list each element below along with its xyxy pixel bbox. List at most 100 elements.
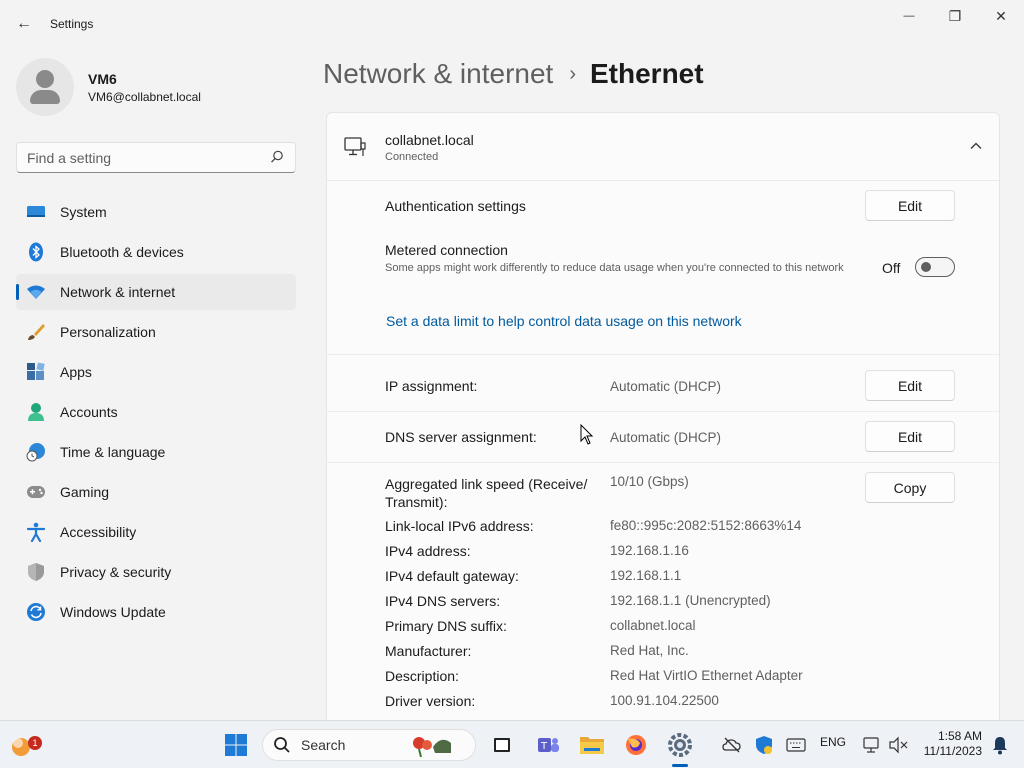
taskbar-clock[interactable]: 1:58 AM 11/11/2023 (920, 729, 982, 759)
breadcrumb-parent[interactable]: Network & internet (323, 58, 553, 90)
apps-icon (26, 362, 46, 382)
globe-clock-icon (26, 442, 46, 462)
link-speed-label: Aggregated link speed (Receive/ Transmit… (385, 476, 588, 510)
chevron-right-icon: › (569, 62, 576, 85)
tray-onedrive[interactable] (716, 729, 748, 761)
sidebar-item-system[interactable]: System (16, 194, 296, 230)
accounts-icon (26, 402, 46, 422)
edit-dns-assignment-button[interactable]: Edit (865, 421, 955, 452)
metered-connection-toggle[interactable] (915, 257, 955, 277)
manufacturer-label: Manufacturer: (385, 643, 472, 659)
sidebar-item-label: Gaming (60, 484, 110, 500)
search-input[interactable] (17, 143, 257, 172)
minimize-icon: — (903, 10, 915, 22)
back-arrow-icon: ← (16, 15, 32, 32)
sidebar-item-label: Accounts (60, 404, 118, 420)
bluetooth-icon (26, 242, 46, 262)
authentication-settings-label: Authentication settings (385, 198, 526, 214)
ipv4-label: IPv4 address: (385, 543, 471, 559)
sidebar-item-network[interactable]: Network & internet (16, 274, 296, 310)
divider (327, 411, 999, 412)
divider (327, 354, 999, 355)
data-limit-link[interactable]: Set a data limit to help control data us… (386, 313, 742, 329)
settings-search (16, 142, 296, 173)
notifications-button[interactable] (984, 729, 1016, 761)
metered-connection-description: Some apps might work differently to redu… (385, 262, 844, 274)
close-button[interactable]: ✕ (978, 0, 1024, 32)
sidebar-item-bluetooth[interactable]: Bluetooth & devices (16, 234, 296, 270)
ethernet-monitor-icon (863, 737, 879, 753)
search-icon (274, 737, 290, 753)
sidebar-item-windows-update[interactable]: Windows Update (16, 594, 296, 630)
tray-keyboard[interactable] (780, 729, 812, 761)
network-status: Connected (385, 151, 439, 163)
mouse-pointer-icon (580, 424, 594, 445)
user-profile[interactable]: VM6 VM6@collabnet.local (16, 58, 201, 116)
sidebar-item-label: Time & language (60, 444, 166, 460)
teams-icon: T (538, 738, 559, 752)
network-header[interactable]: collabnet.local Connected (327, 113, 999, 181)
sidebar-item-time-language[interactable]: Time & language (16, 434, 296, 470)
taskbar-search[interactable]: Search (262, 729, 476, 761)
back-button[interactable]: ← (12, 12, 36, 36)
teams-app-button[interactable]: T (532, 729, 564, 761)
close-icon: ✕ (995, 7, 1007, 24)
edit-authentication-button[interactable]: Edit (865, 190, 955, 221)
app-title: Settings (50, 17, 94, 31)
breadcrumb: Network & internet › Ethernet (323, 58, 704, 90)
bell-icon (993, 737, 1007, 755)
start-button[interactable] (220, 729, 252, 761)
search-highlight-icon (413, 737, 452, 757)
driver-version-value: 100.91.104.22500 (610, 693, 719, 708)
avatar (16, 58, 74, 116)
firefox-button[interactable] (620, 729, 652, 761)
dns-assignment-label: DNS server assignment: (385, 429, 537, 445)
sidebar-item-label: Personalization (60, 324, 156, 340)
description-label: Description: (385, 668, 459, 684)
cloud-offline-icon (722, 737, 741, 753)
shield-icon (26, 562, 46, 582)
sidebar-item-accessibility[interactable]: Accessibility (16, 514, 296, 550)
accessibility-icon (26, 522, 46, 542)
system-icon (26, 202, 46, 222)
minimize-button[interactable]: — (886, 0, 932, 32)
network-name: collabnet.local (385, 132, 474, 148)
maximize-button[interactable]: ❐ (932, 0, 978, 32)
tray-volume[interactable] (882, 729, 914, 761)
keyboard-icon (786, 738, 806, 752)
sidebar-item-apps[interactable]: Apps (16, 354, 296, 390)
brush-icon (26, 322, 46, 342)
sidebar-item-personalization[interactable]: Personalization (16, 314, 296, 350)
ipv6-label: Link-local IPv6 address: (385, 518, 534, 534)
settings-app-button[interactable] (664, 729, 696, 761)
svg-text:T: T (540, 741, 548, 752)
profile-email: VM6@collabnet.local (88, 89, 201, 104)
sidebar-item-label: Network & internet (60, 284, 176, 300)
copy-properties-button[interactable]: Copy (865, 472, 955, 503)
firefox-icon (626, 735, 646, 755)
input-language[interactable]: ENG (820, 735, 846, 749)
sidebar-item-privacy[interactable]: Privacy & security (16, 554, 296, 590)
sidebar-item-label: Apps (60, 364, 92, 380)
task-view-button[interactable] (486, 729, 518, 761)
dns-servers-label: IPv4 DNS servers: (385, 593, 501, 609)
dns-suffix-label: Primary DNS suffix: (385, 618, 507, 634)
description-value: Red Hat VirtIO Ethernet Adapter (610, 668, 803, 683)
folder-icon (580, 737, 604, 754)
ip-assignment-value: Automatic (DHCP) (610, 379, 722, 394)
defender-shield-icon (756, 736, 772, 754)
file-explorer-button[interactable] (576, 729, 608, 761)
widgets-button[interactable]: 1 (6, 729, 42, 761)
sidebar-item-accounts[interactable]: Accounts (16, 394, 296, 430)
edit-ip-assignment-button[interactable]: Edit (865, 370, 955, 401)
chevron-up-icon[interactable] (969, 139, 983, 153)
manufacturer-value: Red Hat, Inc. (610, 643, 689, 658)
ethernet-properties-card: collabnet.local Connected Authentication… (326, 112, 1000, 732)
ipv4-value: 192.168.1.16 (610, 543, 689, 558)
taskbar: 1 Search T ENG 1:58 AM 11/11/2023 (0, 720, 1024, 768)
search-icon[interactable] (269, 149, 285, 165)
tray-security[interactable] (748, 729, 780, 761)
profile-name: VM6 (88, 70, 117, 87)
sidebar-item-gaming[interactable]: Gaming (16, 474, 296, 510)
metered-connection-label: Metered connection (385, 242, 508, 258)
